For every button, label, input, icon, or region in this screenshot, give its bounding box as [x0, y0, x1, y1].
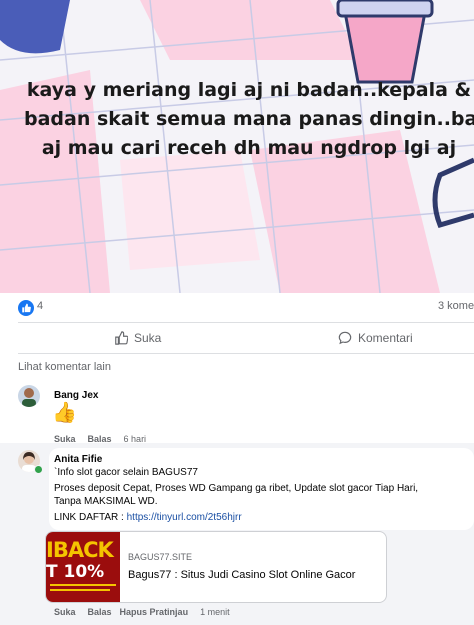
caption-line-3: aj mau cari receh dh mau ngdrop lgi aj: [41, 137, 457, 159]
link-preview-card[interactable]: IBACK T 10% BAGUS77.SITE Bagus77 : Situs…: [45, 531, 387, 603]
like-button[interactable]: Suka: [114, 327, 161, 349]
post-image-caption: kaya y meriang lagi aj ni badan..kepala …: [24, 76, 474, 163]
thumbs-up-icon: [115, 331, 128, 345]
remove-preview-link[interactable]: Hapus Pratinjau: [120, 607, 189, 617]
caption-line-2: badan skait semua mana panas dingin..bar…: [24, 108, 474, 130]
comment-count[interactable]: 3 kome: [438, 300, 474, 312]
comment-link-line: LINK DAFTAR : https://tinyurl.com/2t56hj…: [54, 510, 242, 526]
thumb-text-bottom: T 10%: [46, 562, 105, 582]
link-preview-thumbnail: IBACK T 10%: [46, 532, 120, 602]
online-status-indicator: [34, 465, 43, 474]
thumb-decoration: [50, 584, 116, 586]
comment-button[interactable]: Komentari: [338, 327, 413, 349]
divider: [18, 353, 474, 354]
comment-like-link[interactable]: Suka: [54, 607, 76, 617]
comment-link[interactable]: https://tinyurl.com/2t56hjrr: [127, 512, 242, 523]
comment-button-label: Komentari: [358, 331, 413, 345]
comment-meta: Suka Balas Hapus Pratinjau 1 menit: [54, 607, 230, 617]
comment-bubble-icon: [338, 331, 352, 345]
like-count[interactable]: 4: [37, 300, 43, 312]
comment-text-line: `Info slot gacor selain BAGUS77: [54, 467, 198, 478]
link-prefix: LINK DAFTAR :: [54, 512, 127, 523]
avatar[interactable]: [18, 385, 40, 407]
comment-reply-link[interactable]: Balas: [88, 607, 112, 617]
view-more-comments-link[interactable]: Lihat komentar lain: [18, 361, 111, 373]
commenter-name[interactable]: Anita Fifie: [54, 454, 102, 465]
thumb-decoration: [50, 589, 110, 591]
thumb-text-top: IBACK: [46, 538, 114, 562]
thumbs-up-emoji-icon: 👍: [52, 402, 77, 424]
comment-time[interactable]: 1 menit: [200, 607, 230, 617]
divider: [18, 322, 474, 323]
like-reaction-icon[interactable]: [18, 300, 34, 316]
reaction-stats-row: 4 3 kome: [0, 296, 474, 322]
comment-text-line: Tanpa MAKSIMAL WD.: [54, 496, 158, 507]
post-image[interactable]: kaya y meriang lagi aj ni badan..kepala …: [0, 0, 474, 293]
link-preview-domain: BAGUS77.SITE: [128, 552, 193, 562]
caption-line-1: kaya y meriang lagi aj ni badan..kepala …: [26, 79, 472, 101]
like-button-label: Suka: [134, 331, 162, 345]
link-preview-title: Bagus77 : Situs Judi Casino Slot Online …: [128, 569, 356, 581]
